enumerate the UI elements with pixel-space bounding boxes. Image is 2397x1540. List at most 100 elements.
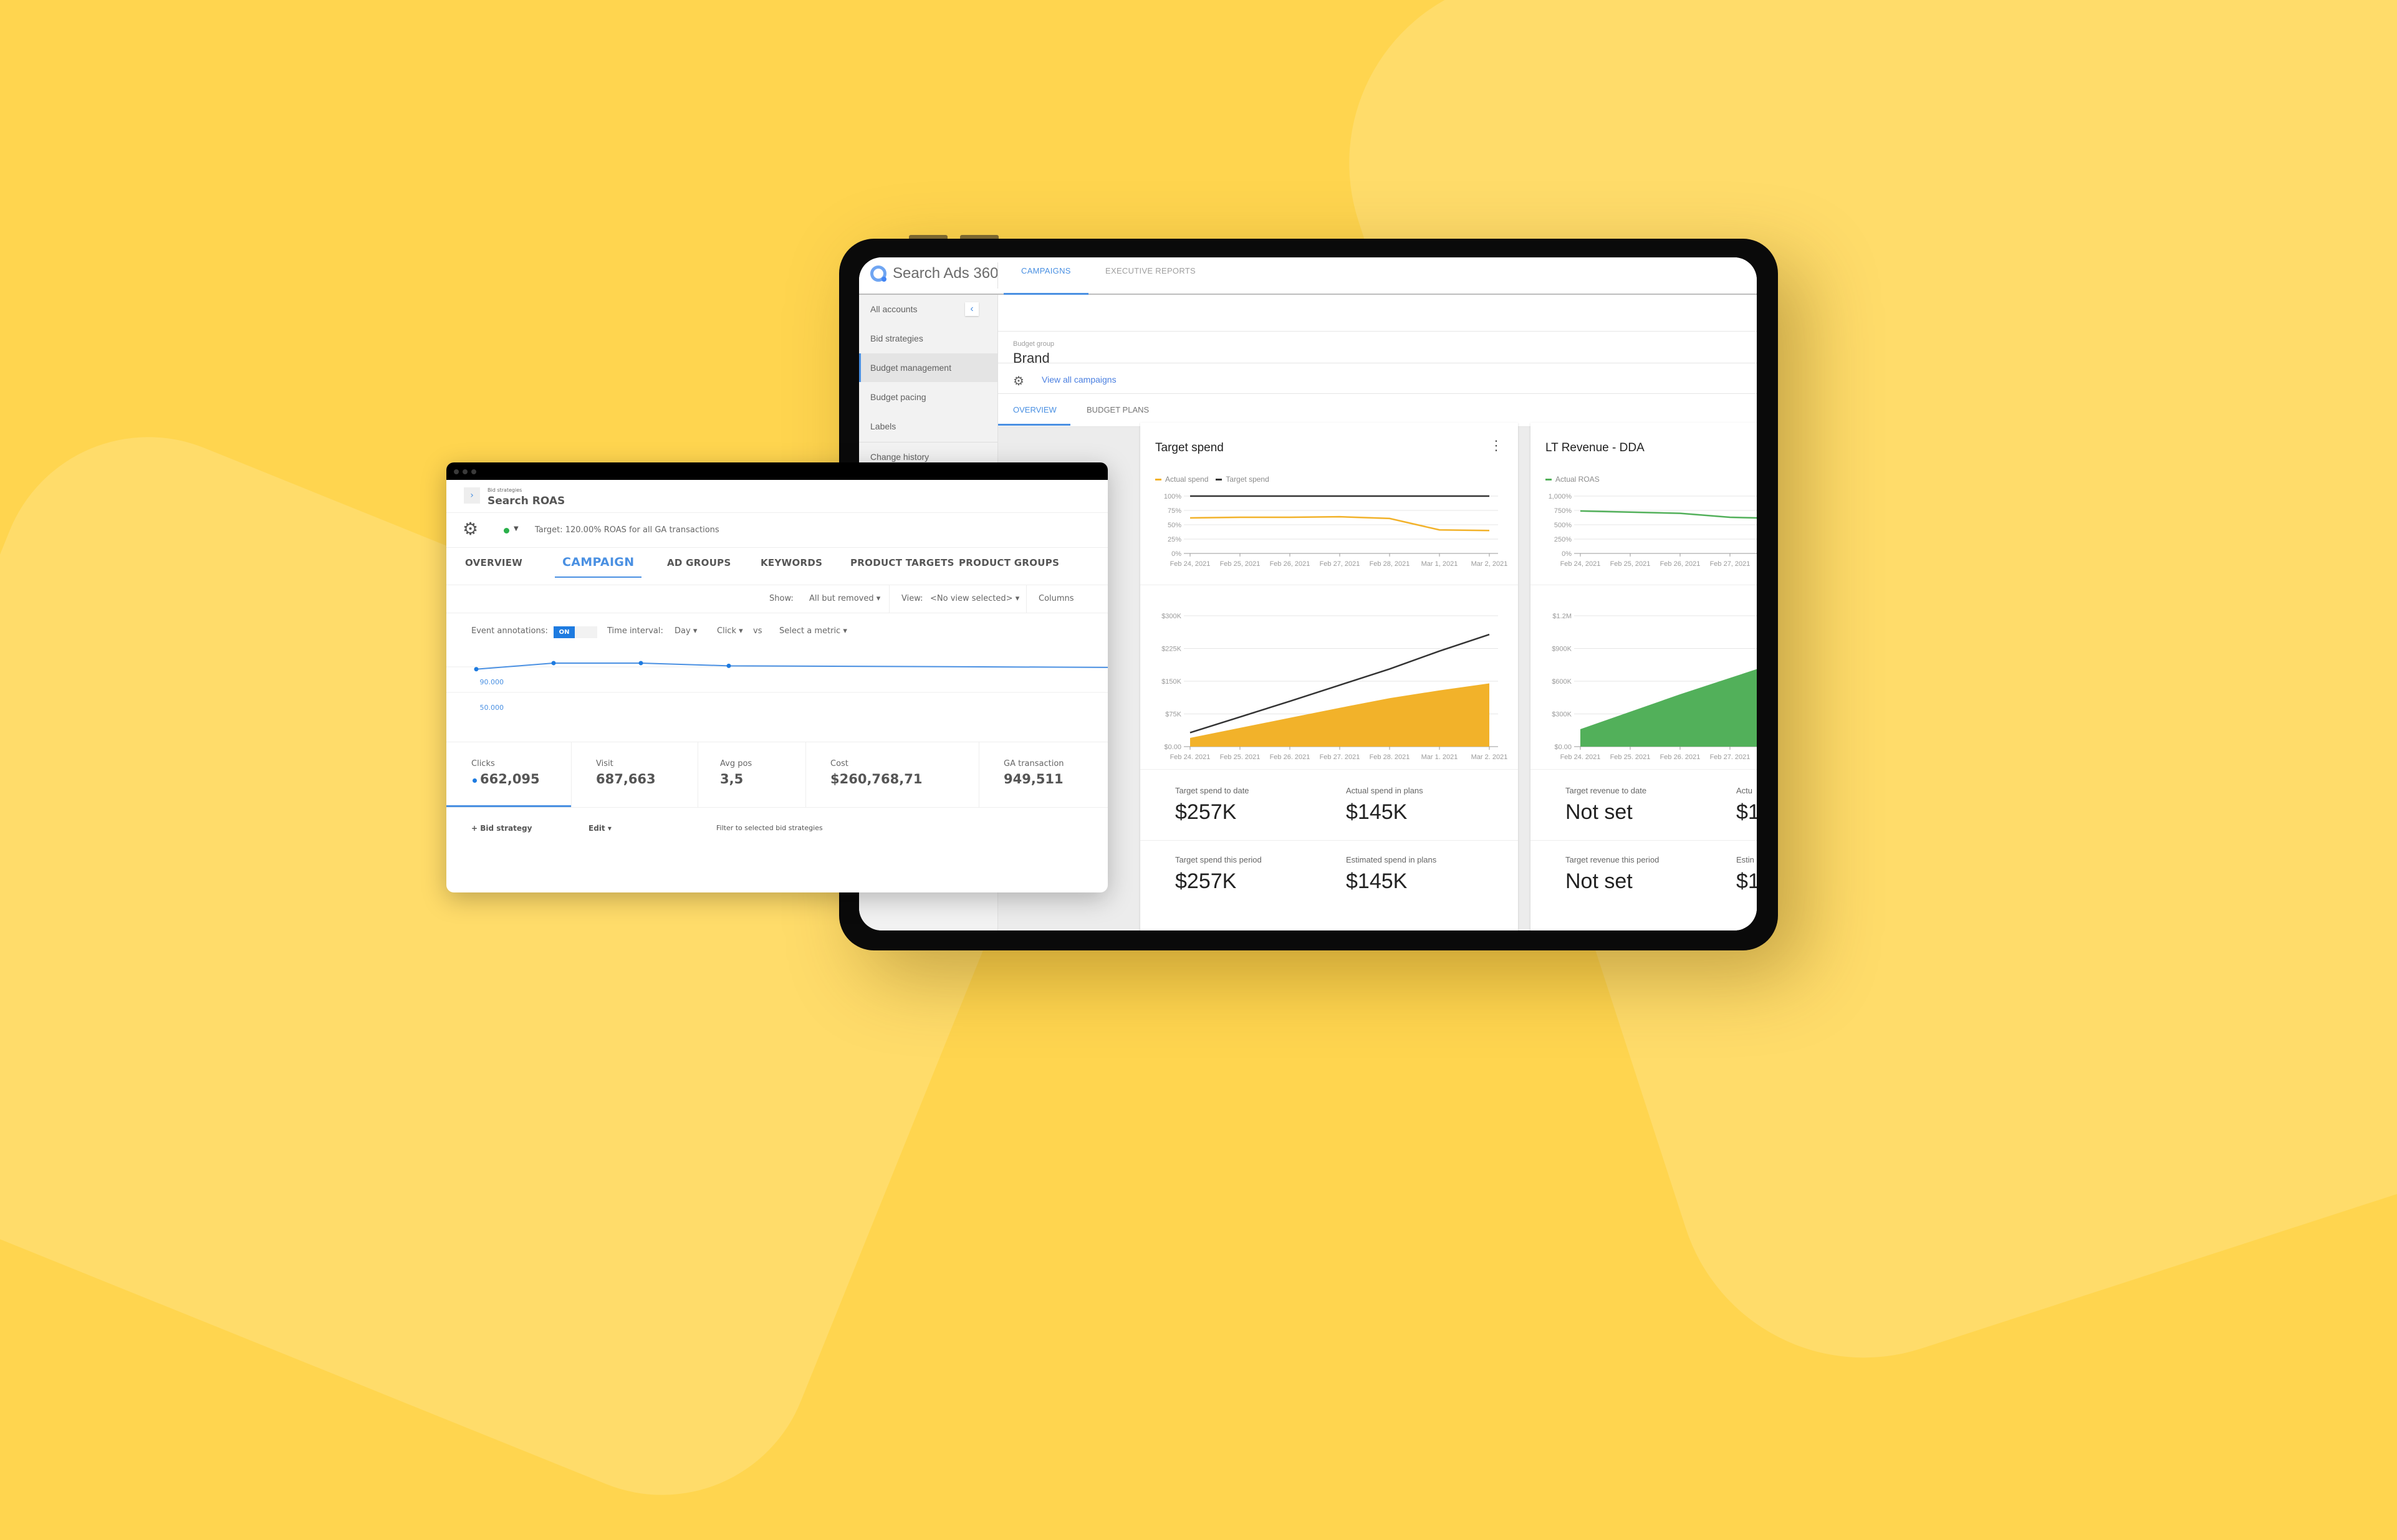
columns-button[interactable]: Columns — [1039, 594, 1074, 603]
metric-clicks[interactable]: Clicks 662,095 — [446, 742, 572, 807]
caret-down-icon: ▾ — [1015, 594, 1020, 603]
y-tick-label: 50% — [1168, 522, 1181, 529]
tab-campaign[interactable]: CAMPAIGN — [554, 555, 642, 578]
view-value: <No view selected> — [930, 594, 1013, 603]
chevron-left-icon[interactable]: ‹ — [965, 302, 979, 316]
tab-overview[interactable]: OVERVIEW — [998, 405, 1070, 426]
caret-down-icon: ▾ — [607, 824, 612, 833]
sidebar-item-budget-pacing[interactable]: Budget pacing — [859, 383, 997, 411]
x-tick-label: Feb 26, 2021 — [1660, 753, 1701, 759]
tab-campaigns[interactable]: CAMPAIGNS — [1004, 266, 1088, 295]
x-tick-label: Feb 24, 2021 — [1170, 753, 1211, 759]
target-spend-card: Target spend ⋮ Actual spend Target spend… — [1140, 423, 1518, 930]
kpi-label: Actual spend in plans — [1346, 786, 1423, 795]
breadcrumb[interactable]: Bid strategies — [488, 487, 522, 493]
tab-overview[interactable]: OVERVIEW — [465, 557, 522, 568]
metric-label: Clicks — [471, 759, 495, 768]
tab-product-groups[interactable]: PRODUCT GROUPS — [959, 557, 1059, 568]
cumulative-revenue-chart: $0.00 $300K $600K $900K $1.2M Feb 24, 2021 Feb… — [1552, 613, 1757, 759]
gear-icon[interactable]: ⚙ — [463, 520, 478, 538]
x-tick-label: Mar 2, 2021 — [1471, 753, 1508, 759]
x-tick-label: Feb 26, 2021 — [1270, 753, 1310, 759]
x-tick-label: Feb 24, 2021 — [1170, 560, 1211, 568]
clicks-line-chart: 90.000 50.000 — [446, 661, 1108, 712]
gear-icon[interactable]: ⚙ — [1013, 373, 1024, 389]
sidebar-item-labels[interactable]: Labels — [859, 412, 997, 441]
y-tick-label: 25% — [1168, 536, 1181, 543]
toggle-state: ON — [554, 626, 575, 638]
kpi-value: $1 — [1736, 800, 1757, 824]
cumulative-spend-chart: $0.00 $75K $150K $225K $300K Feb 24, 2021 Feb … — [1161, 613, 1508, 759]
time-interval-dropdown[interactable]: Day ▾ — [675, 626, 697, 636]
legend-item: Actual spend — [1155, 475, 1208, 484]
y-tick-label: 90.000 — [480, 678, 504, 686]
add-bid-strategy-button[interactable]: + Bid strategy — [471, 824, 532, 833]
event-annotations-toggle[interactable]: ON — [554, 626, 597, 638]
y-tick-label: 250% — [1554, 536, 1572, 543]
header-divider — [997, 262, 998, 289]
kpi-value: $145K — [1346, 800, 1408, 824]
y-tick-label: $225K — [1161, 646, 1181, 653]
tablet-volume-button — [909, 235, 948, 239]
x-tick-label: Feb 27, 2021 — [1710, 753, 1751, 759]
caret-down-icon: ▾ — [876, 594, 881, 603]
tab-executive-reports[interactable]: EXECUTIVE REPORTS — [1105, 266, 1196, 275]
time-interval-label: Time interval: — [607, 626, 663, 636]
y-tick-label: $600K — [1552, 678, 1572, 686]
divider — [1530, 769, 1757, 770]
time-interval-value: Day — [675, 626, 691, 636]
edit-dropdown[interactable]: Edit ▾ — [588, 824, 612, 833]
metric-1-dropdown[interactable]: Click ▾ — [717, 626, 743, 636]
y-tick-label: $900K — [1552, 646, 1572, 653]
kpi-target-revenue-to-date: Target revenue to date Not set — [1565, 786, 1646, 825]
y-tick-label: 50.000 — [480, 704, 504, 712]
status-indicator[interactable] — [504, 528, 509, 533]
x-tick-label: Feb 27, 2021 — [1320, 560, 1360, 568]
metric-avg-pos[interactable]: Avg pos 3,5 — [698, 742, 806, 807]
tab-product-targets[interactable]: PRODUCT TARGETS — [850, 557, 954, 568]
caret-down-icon: ▾ — [843, 626, 847, 636]
tab-ad-groups[interactable]: AD GROUPS — [667, 557, 731, 568]
kpi-actual-revenue: Actu $1 — [1736, 786, 1757, 825]
data-point — [638, 661, 643, 666]
metric-cost[interactable]: Cost $260,768,71 — [805, 742, 979, 807]
legend-item: Target spend — [1216, 475, 1269, 484]
divider — [1140, 769, 1518, 770]
kpi-value: $145K — [1346, 869, 1408, 893]
kpi-value: Not set — [1565, 869, 1633, 893]
tab-budget-plans[interactable]: BUDGET PLANS — [1087, 405, 1149, 414]
app-logo[interactable]: Search Ads 360 — [870, 265, 998, 282]
caret-down-icon[interactable]: ▼ — [514, 525, 519, 532]
sidebar-item-bid-strategies[interactable]: Bid strategies — [859, 324, 997, 353]
page-title: Search ROAS — [488, 495, 565, 507]
metric-2-dropdown[interactable]: Select a metric ▾ — [779, 626, 847, 636]
kpi-label: Actu — [1736, 786, 1753, 795]
y-tick-label: $300K — [1552, 711, 1572, 719]
card-title: Target spend — [1155, 441, 1224, 454]
window-minimize-dot[interactable] — [463, 469, 468, 474]
window-maximize-dot[interactable] — [471, 469, 476, 474]
more-vert-icon[interactable]: ⋮ — [1489, 439, 1503, 452]
metric-ga-transaction[interactable]: GA transaction 949,511 — [979, 742, 1108, 807]
chart-legend: Actual spend Target spend — [1155, 475, 1269, 484]
metric-value: 662,095 — [480, 772, 540, 787]
y-tick-label: 0% — [1171, 550, 1181, 558]
tab-keywords[interactable]: KEYWORDS — [761, 557, 822, 568]
line-series-click — [476, 662, 1108, 670]
sidebar-item-budget-management[interactable]: Budget management — [859, 353, 997, 382]
divider — [1530, 840, 1757, 841]
sidebar-item-all-accounts[interactable]: All accounts ‹ — [859, 295, 997, 323]
show-dropdown[interactable]: All but removed ▾ — [809, 594, 880, 603]
y-tick-label: 100% — [1164, 493, 1181, 500]
sidebar-item-label: Budget management — [870, 363, 951, 373]
metric-visit[interactable]: Visit 687,663 — [571, 742, 698, 807]
view-dropdown[interactable]: <No view selected> ▾ — [930, 594, 1019, 603]
window-close-dot[interactable] — [454, 469, 459, 474]
filter-selected-link[interactable]: Filter to selected bid strategies — [716, 824, 823, 832]
metric-label: GA transaction — [1004, 759, 1064, 768]
chevron-right-icon[interactable]: › — [464, 487, 480, 504]
metric-1-value: Click — [717, 626, 736, 636]
y-tick-label: $0.00 — [1164, 744, 1181, 751]
view-all-campaigns-link[interactable]: View all campaigns — [1042, 375, 1117, 385]
legend-swatch — [1545, 479, 1552, 481]
